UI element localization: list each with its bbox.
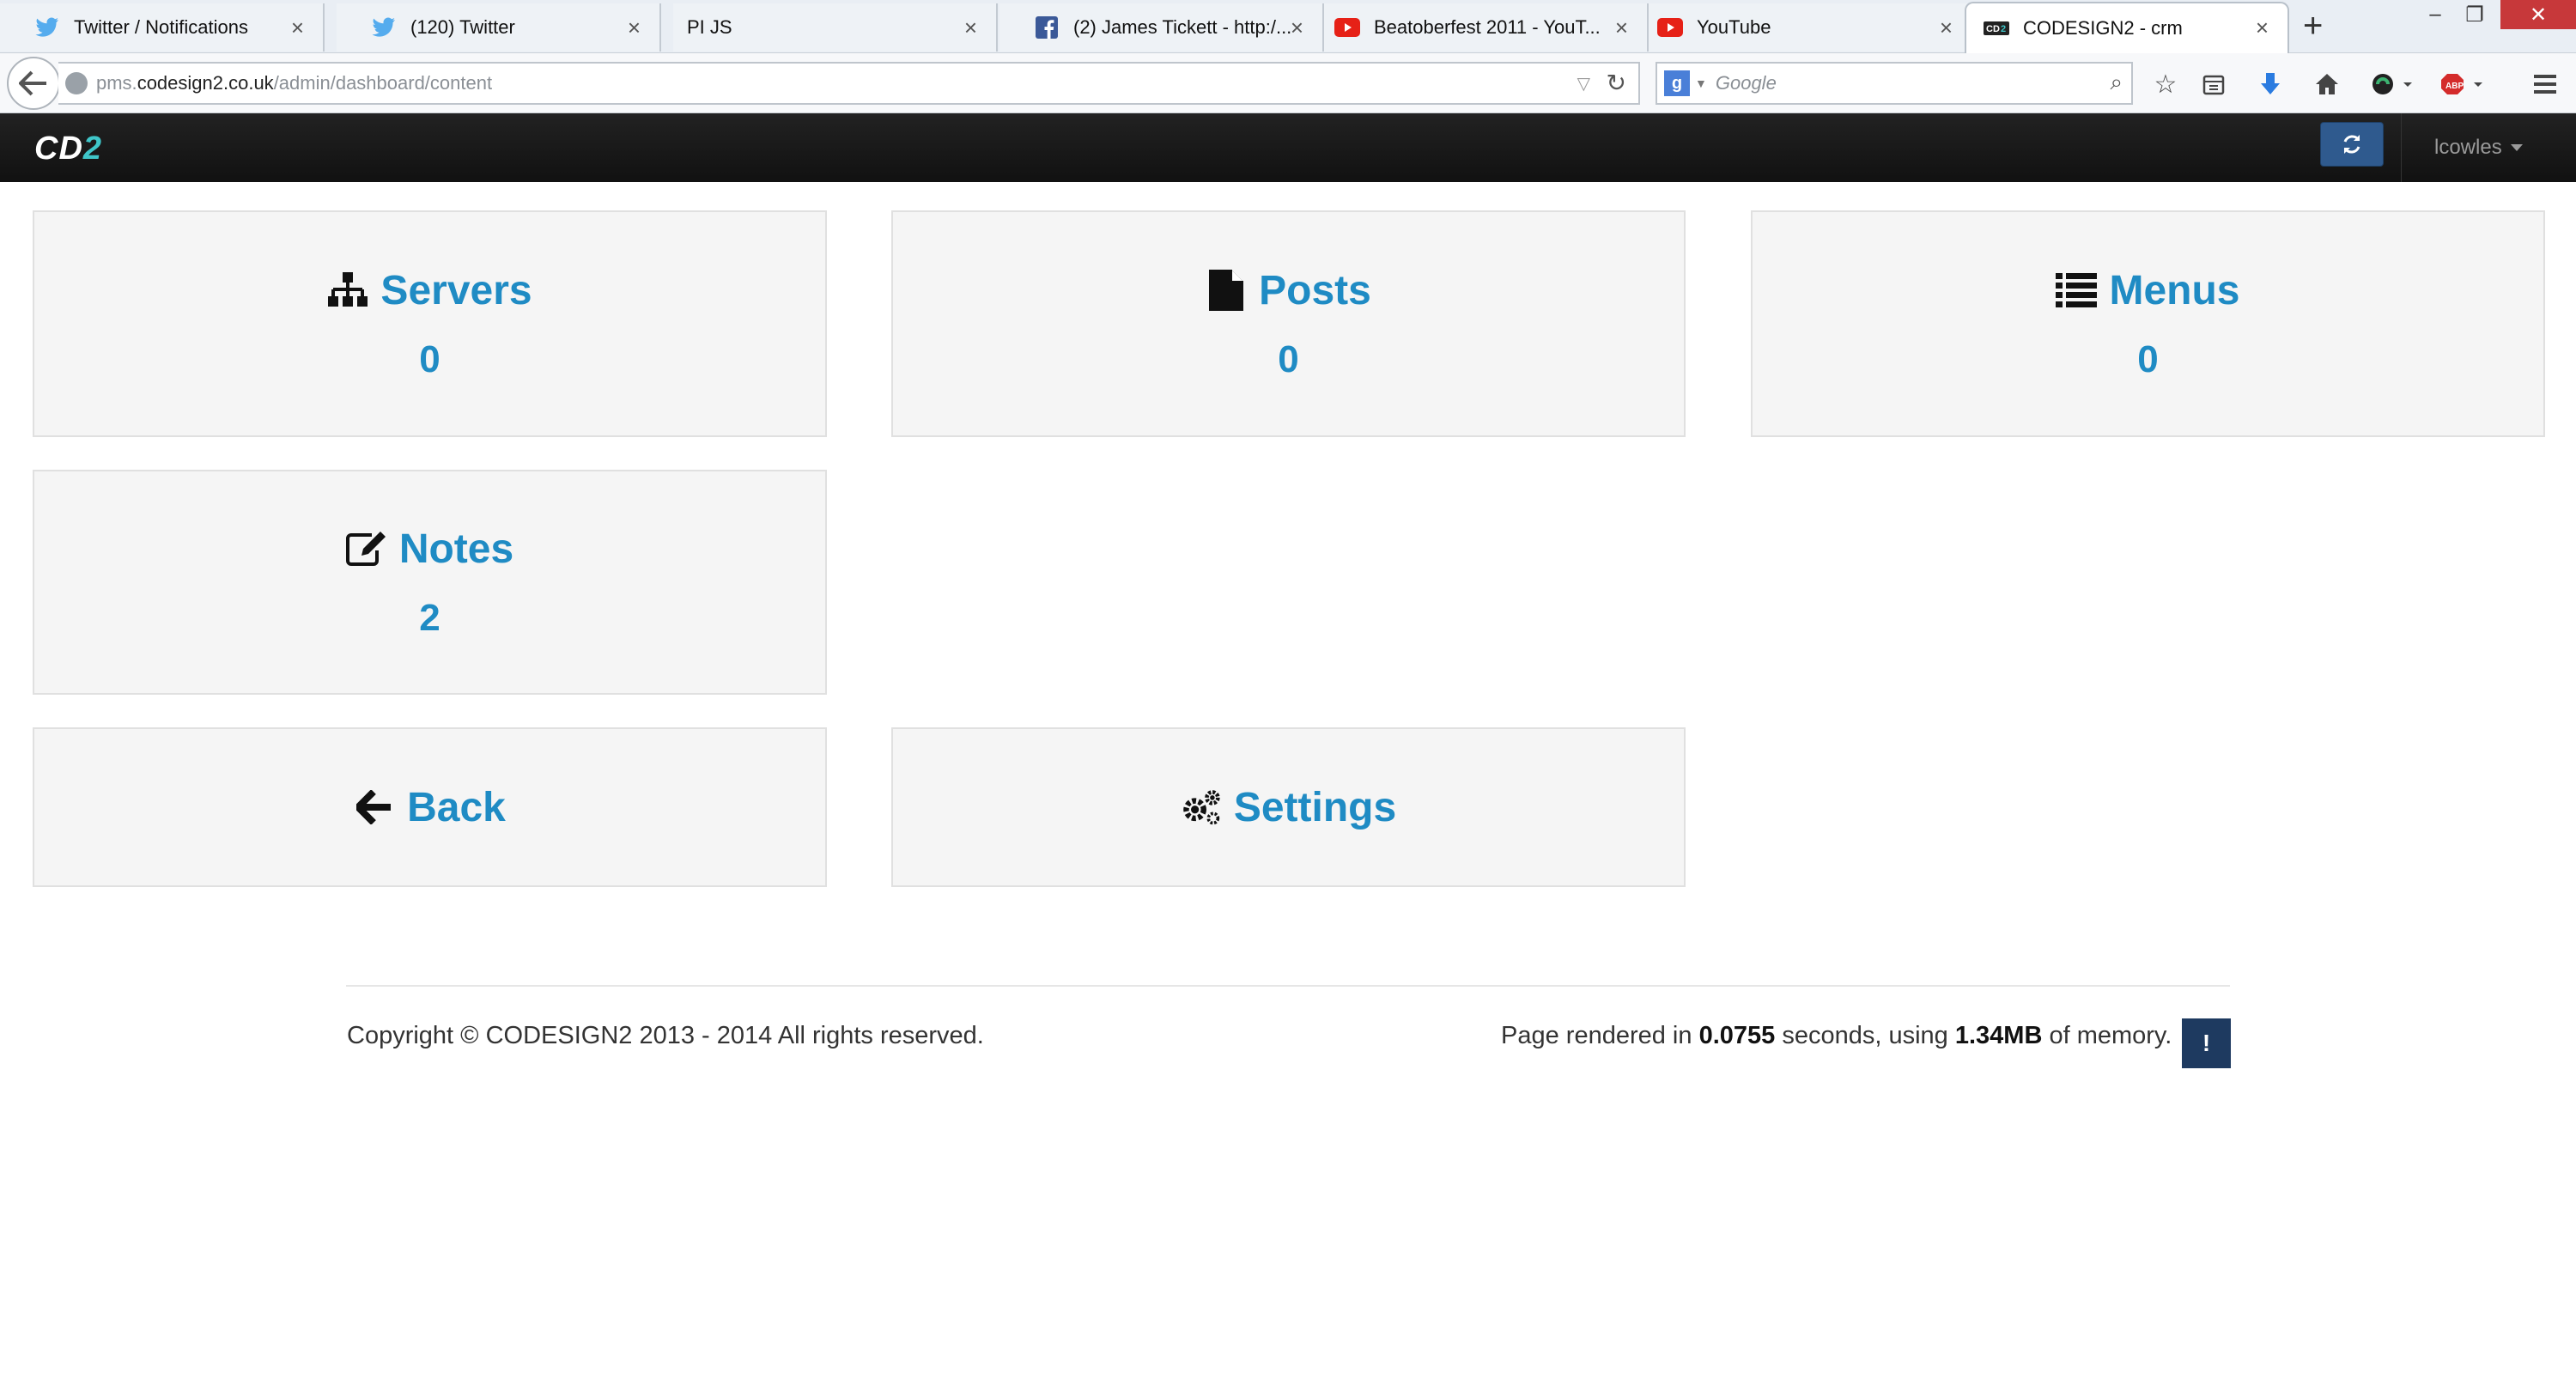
render-time: 0.0755 xyxy=(1698,1022,1776,1049)
back-tile[interactable]: Back xyxy=(33,727,827,887)
restore-icon[interactable]: ❐ xyxy=(2458,0,2492,29)
browser-nav-bar: pms.codesign2.co.uk/admin/dashboard/cont… xyxy=(0,53,2576,113)
tab-title: Beatoberfest 2011 - YouT... xyxy=(1374,16,1601,38)
servers-tile[interactable]: Servers 0 xyxy=(33,210,827,437)
settings-tile[interactable]: Settings xyxy=(891,727,1686,887)
tab-youtube[interactable]: YouTube × xyxy=(1649,3,1973,52)
address-bar[interactable]: pms.codesign2.co.uk/admin/dashboard/cont… xyxy=(58,62,1640,105)
cogs-icon xyxy=(1181,787,1222,828)
brand-logo[interactable]: CD2 xyxy=(34,131,102,167)
posts-tile[interactable]: Posts 0 xyxy=(891,210,1686,437)
copyright-text: Copyright © CODESIGN2 2013 - 2014 All ri… xyxy=(347,1022,984,1049)
user-menu[interactable]: lcowles xyxy=(2401,113,2576,182)
url-dropdown-icon[interactable]: ▽ xyxy=(1577,73,1590,94)
edit-icon xyxy=(345,528,387,569)
notes-count: 2 xyxy=(419,596,440,639)
close-icon[interactable]: × xyxy=(964,15,977,40)
youtube-icon xyxy=(1657,15,1683,40)
notes-label: Notes xyxy=(398,526,514,572)
tab-title: PI JS xyxy=(687,16,732,38)
footer-divider xyxy=(346,985,2230,987)
back-label: Back xyxy=(407,784,506,830)
arrow-left-icon xyxy=(354,787,395,828)
twitter-bird-icon xyxy=(34,15,60,40)
reading-list-icon[interactable] xyxy=(2195,65,2233,103)
posts-count: 0 xyxy=(1278,337,1299,380)
url-text: pms.codesign2.co.uk/admin/dashboard/cont… xyxy=(96,72,493,94)
settings-label: Settings xyxy=(1233,784,1397,830)
download-icon[interactable] xyxy=(2251,65,2289,103)
refresh-button[interactable] xyxy=(2320,122,2384,167)
browser-tab-strip: Twitter / Notifications × (120) Twitter … xyxy=(0,0,2576,53)
extension-icon[interactable] xyxy=(2366,65,2420,103)
menus-count: 0 xyxy=(2137,337,2159,380)
close-icon[interactable]: × xyxy=(291,15,304,40)
svg-text:2: 2 xyxy=(2001,24,2006,34)
globe-icon xyxy=(65,72,88,94)
menus-label: Menus xyxy=(2109,267,2240,313)
close-icon[interactable]: × xyxy=(1615,15,1628,40)
google-icon[interactable]: g xyxy=(1664,70,1690,96)
svg-text:ABP: ABP xyxy=(2445,82,2464,91)
arrow-left-icon xyxy=(19,70,46,96)
menu-icon[interactable] xyxy=(2526,65,2564,103)
close-icon[interactable]: × xyxy=(1940,15,1953,40)
posts-label: Posts xyxy=(1259,267,1371,313)
chevron-down-icon[interactable]: ▼ xyxy=(1695,76,1707,90)
debug-button[interactable]: ! xyxy=(2182,1018,2231,1068)
new-tab-button[interactable]: + xyxy=(2303,7,2323,45)
search-placeholder: Google xyxy=(1715,72,1777,94)
tab-pi-js[interactable]: PI JS × xyxy=(673,3,998,52)
window-close-icon[interactable]: ✕ xyxy=(2500,0,2576,29)
menus-tile[interactable]: Menus 0 xyxy=(1751,210,2545,437)
username: lcowles xyxy=(2434,136,2502,159)
tab-beatoberfest[interactable]: Beatoberfest 2011 - YouT... × xyxy=(1324,3,1649,52)
search-bar[interactable]: g ▼ Google ⌕ xyxy=(1656,62,2133,105)
file-icon xyxy=(1206,270,1247,311)
close-icon[interactable]: × xyxy=(1291,15,1303,40)
tab-title: YouTube xyxy=(1697,16,1771,38)
app-navbar: CD2 lcowles xyxy=(0,113,2576,182)
adblock-icon[interactable]: ABP xyxy=(2437,65,2490,103)
youtube-icon xyxy=(1334,15,1360,40)
reload-icon[interactable]: ↻ xyxy=(1607,69,1626,97)
twitter-bird-icon xyxy=(371,15,397,40)
tab-twitter[interactable]: (120) Twitter × xyxy=(337,3,661,52)
cd2-icon: CD 2 xyxy=(1984,15,2009,41)
facebook-icon xyxy=(1034,15,1060,40)
render-info: Page rendered in 0.0755 seconds, using 1… xyxy=(1501,1022,2172,1049)
refresh-icon xyxy=(2343,135,2360,154)
tab-facebook[interactable]: (2) James Tickett - http:/... × xyxy=(999,3,1324,52)
search-icon[interactable]: ⌕ xyxy=(2110,69,2123,96)
tab-title: CODESIGN2 - crm xyxy=(2023,17,2183,39)
bookmark-star-icon[interactable]: ☆ xyxy=(2147,65,2184,103)
render-memory: 1.34MB xyxy=(1954,1022,2043,1049)
close-icon[interactable]: × xyxy=(628,15,641,40)
tab-title: (120) Twitter xyxy=(410,16,515,38)
tab-title: (2) James Tickett - http:/... xyxy=(1073,16,1292,38)
close-icon[interactable]: × xyxy=(2256,15,2269,40)
notes-tile[interactable]: Notes 2 xyxy=(33,470,827,695)
servers-count: 0 xyxy=(419,337,440,380)
home-icon[interactable] xyxy=(2308,65,2346,103)
servers-label: Servers xyxy=(380,267,532,313)
caret-down-icon xyxy=(2510,144,2523,151)
tab-twitter-notifications[interactable]: Twitter / Notifications × xyxy=(0,3,325,52)
minimize-icon[interactable]: – xyxy=(2418,0,2452,29)
sitemap-icon xyxy=(327,270,368,311)
browser-back-button[interactable] xyxy=(7,57,60,110)
tab-codesign2-crm[interactable]: CD 2 CODESIGN2 - crm × xyxy=(1965,2,2289,53)
list-icon xyxy=(2056,270,2098,311)
svg-text:CD: CD xyxy=(1986,24,2000,34)
tab-title: Twitter / Notifications xyxy=(74,16,248,38)
